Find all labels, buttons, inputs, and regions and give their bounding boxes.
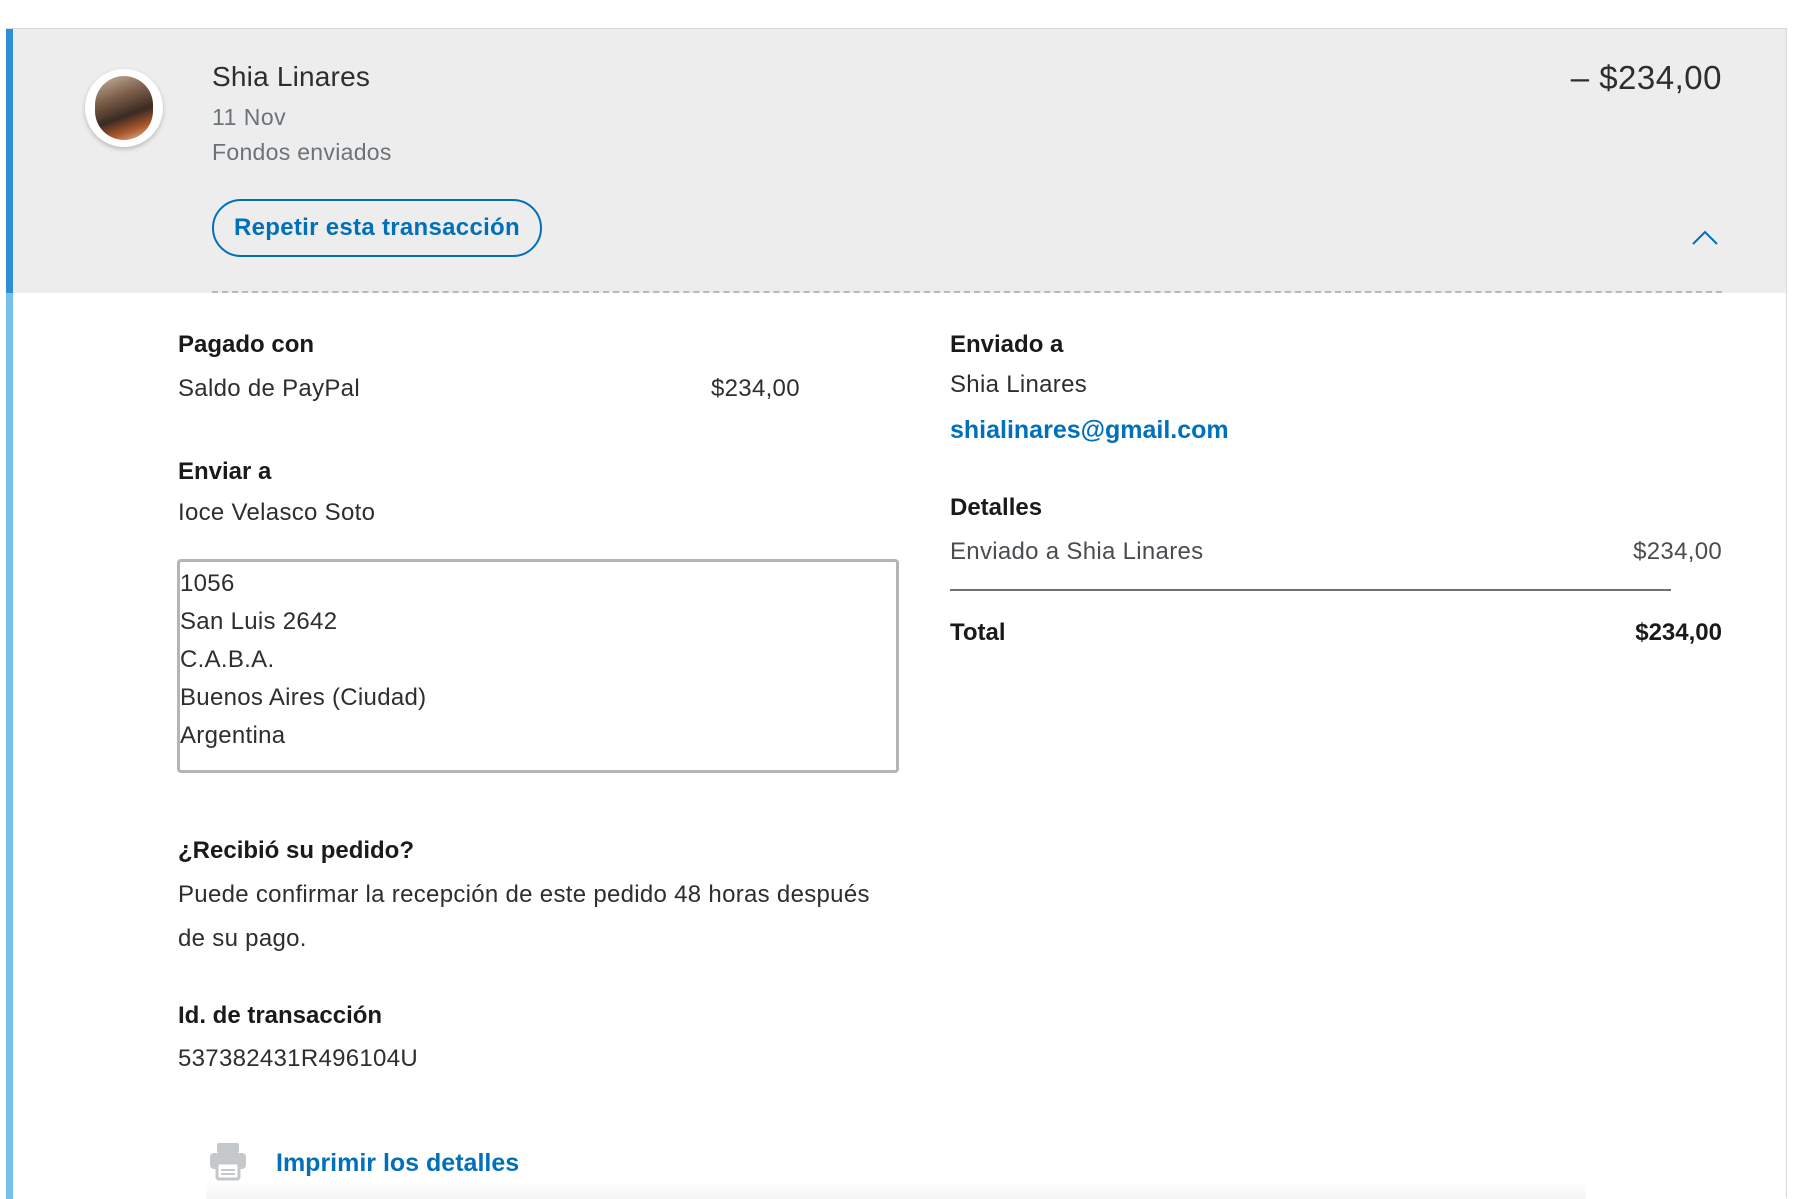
details-line-amount: $234,00 xyxy=(1633,538,1722,565)
ship-to-name: Ioce Velasco Soto xyxy=(178,499,376,526)
address-box: 1056 San Luis 2642 C.A.B.A. Buenos Aires… xyxy=(177,559,899,773)
printer-icon[interactable] xyxy=(208,1141,248,1181)
address-line: Argentina xyxy=(180,722,286,749)
order-received-text-line2: de su pago. xyxy=(178,925,307,952)
details-line-label: Enviado a Shia Linares xyxy=(950,538,1204,565)
transaction-header[interactable]: Shia Linares 11 Nov Fondos enviados – $2… xyxy=(13,29,1786,293)
payment-amount: $234,00 xyxy=(711,375,800,402)
total-amount: $234,00 xyxy=(1635,619,1722,646)
sent-to-name: Shia Linares xyxy=(950,371,1088,398)
bottom-fade xyxy=(206,1181,1586,1199)
address-line: 1056 xyxy=(180,570,235,597)
order-received-text-line1: Puede confirmar la recepción de este ped… xyxy=(178,881,870,908)
repeat-transaction-button[interactable]: Repetir esta transacción xyxy=(212,199,542,257)
accent-bar-bottom xyxy=(6,293,13,1199)
details-heading: Detalles xyxy=(950,494,1043,521)
payment-method: Saldo de PayPal xyxy=(178,375,360,402)
chevron-up-icon[interactable] xyxy=(1692,229,1718,245)
ship-to-heading: Enviar a xyxy=(178,458,272,485)
avatar-photo xyxy=(95,76,153,140)
header-divider xyxy=(212,291,1722,293)
sent-to-email-link[interactable]: shialinares@gmail.com xyxy=(950,416,1229,445)
transaction-id-heading: Id. de transacción xyxy=(178,1002,383,1029)
address-line: C.A.B.A. xyxy=(180,646,275,673)
order-received-heading: ¿Recibió su pedido? xyxy=(178,837,415,864)
transaction-date: 11 Nov xyxy=(212,104,287,130)
transaction-card: Shia Linares 11 Nov Fondos enviados – $2… xyxy=(6,28,1787,1199)
avatar xyxy=(85,69,163,147)
details-divider xyxy=(950,589,1671,591)
transaction-id-value: 537382431R496104U xyxy=(178,1045,418,1072)
print-details-link[interactable]: Imprimir los detalles xyxy=(276,1149,519,1178)
accent-bar-top xyxy=(6,29,13,293)
address-line: Buenos Aires (Ciudad) xyxy=(180,684,427,711)
address-line: San Luis 2642 xyxy=(180,608,338,635)
sent-to-heading: Enviado a xyxy=(950,331,1064,358)
total-label: Total xyxy=(950,619,1006,646)
transaction-status: Fondos enviados xyxy=(212,139,392,165)
transaction-amount: – $234,00 xyxy=(1570,59,1722,96)
counterparty-name: Shia Linares xyxy=(212,61,371,92)
paid-with-heading: Pagado con xyxy=(178,331,315,358)
